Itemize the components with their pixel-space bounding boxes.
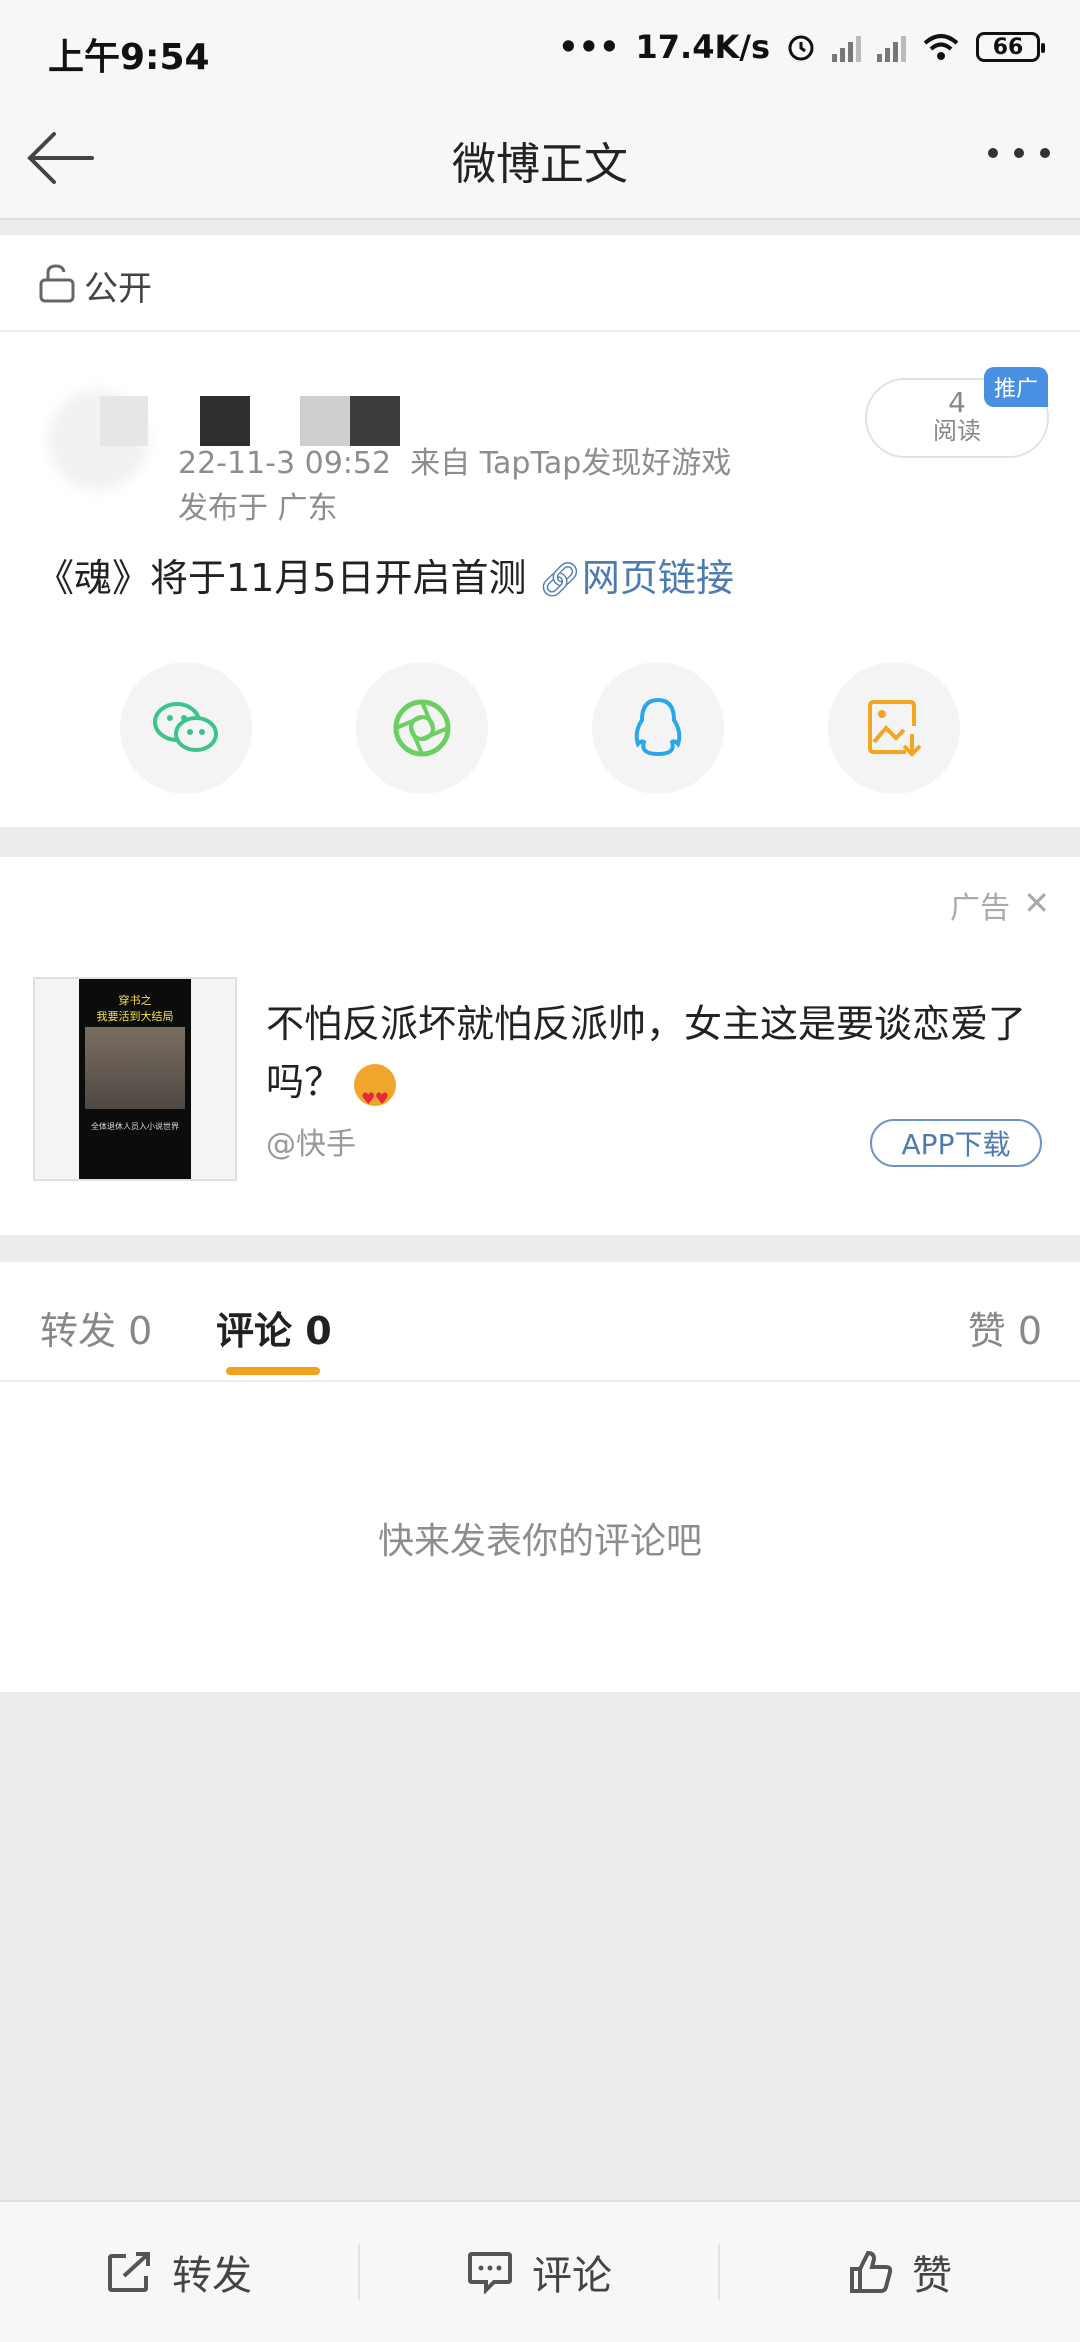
- unlock-icon: [39, 264, 75, 303]
- more-button[interactable]: [988, 148, 1050, 158]
- heart-eyes-emoji-icon: [354, 1063, 397, 1128]
- status-indicators: ••• 17.4K/s 66: [558, 28, 1045, 66]
- active-tab-indicator: [226, 1367, 320, 1375]
- nav-bar: 微博正文: [0, 100, 1080, 220]
- status-time: 上午9:54: [48, 37, 210, 78]
- post-timestamp: 22-11-3 09:52: [178, 446, 392, 481]
- battery-icon: 66: [976, 32, 1045, 62]
- repost-button[interactable]: 转发: [0, 2202, 358, 2342]
- ad-label: 广告: [950, 891, 1010, 926]
- link-icon: 🔗︎: [538, 560, 582, 600]
- status-bar: 上午9:54 ••• 17.4K/s 66: [0, 0, 1080, 100]
- wifi-icon: [923, 34, 959, 60]
- save-image-button[interactable]: [828, 662, 960, 794]
- post-body: 《魂》将于11月5日开启首测: [36, 556, 527, 600]
- signal-icon: [832, 32, 861, 62]
- network-speed: 17.4K/s: [635, 28, 770, 66]
- post-card: 公开 22-11-3 09:52 来自 TapTap发现好游戏 发布于 广东 4…: [0, 235, 1080, 827]
- ad-thumb-photo: [85, 1027, 185, 1109]
- share-qq-button[interactable]: [592, 662, 724, 794]
- thumbs-up-icon: [850, 2250, 893, 2293]
- read-label: 阅读: [933, 417, 981, 445]
- like-button[interactable]: 赞: [720, 2202, 1080, 2342]
- comment-icon: [468, 2252, 512, 2294]
- tab-comment[interactable]: 评论 0: [216, 1300, 332, 1355]
- tab-like[interactable]: 赞 0: [968, 1300, 1042, 1355]
- comment-button[interactable]: 评论: [360, 2202, 718, 2342]
- save-image-icon: [868, 700, 922, 757]
- post-source: 来自 TapTap发现好游戏: [410, 446, 732, 481]
- ad-thumb-sub: 全体退休人员入小说世界: [91, 1122, 179, 1131]
- like-label: 赞: [912, 2253, 952, 2299]
- comment-label: 评论: [532, 2253, 612, 2299]
- ad-card[interactable]: 广告 ✕ 穿书之 我要活到大结局 全体退休人员入小说世界 不怕反派坏就怕反派帅，…: [0, 857, 1080, 1235]
- interaction-section: 转发 0 评论 0 赞 0 快来发表你的评论吧: [0, 1262, 1080, 1692]
- share-wechat-button[interactable]: [120, 662, 252, 794]
- qq-icon: [634, 697, 682, 757]
- share-moments-button[interactable]: [356, 662, 488, 794]
- visibility-row: 公开: [0, 235, 1080, 332]
- ad-source: @快手: [266, 1127, 356, 1162]
- promo-tag[interactable]: 推广: [984, 367, 1049, 407]
- repost-label: 转发: [172, 2253, 252, 2299]
- more-dots-icon: •••: [558, 28, 620, 66]
- ad-thumb-title-line2: 我要活到大结局: [96, 1010, 174, 1023]
- ad-thumbnail-image: 穿书之 我要活到大结局 全体退休人员入小说世界: [79, 979, 191, 1179]
- app-download-button[interactable]: APP下载: [870, 1119, 1042, 1167]
- repost-icon: [108, 2252, 150, 2292]
- bottom-action-bar: 转发 评论 赞: [0, 2200, 1080, 2342]
- wechat-icon: [153, 702, 218, 752]
- page-title: 微博正文: [452, 139, 628, 190]
- post-text: 《魂》将于11月5日开启首测 🔗︎网页链接: [36, 547, 734, 602]
- ad-title[interactable]: 不怕反派坏就怕反派帅，女主这是要谈恋爱了吗？: [266, 995, 1066, 1128]
- post-location: 发布于 广东: [178, 491, 338, 526]
- empty-comment-hint: 快来发表你的评论吧: [377, 1521, 702, 1562]
- moments-icon: [393, 699, 451, 757]
- visibility-label: 公开: [84, 269, 152, 309]
- web-link[interactable]: 网页链接: [582, 556, 734, 600]
- tab-repost[interactable]: 转发 0: [40, 1300, 152, 1355]
- tab-row: 转发 0 评论 0 赞 0: [0, 1262, 1080, 1382]
- signal-icon: [877, 32, 906, 62]
- ad-thumbnail[interactable]: 穿书之 我要活到大结局 全体退休人员入小说世界: [33, 977, 237, 1181]
- alarm-icon: [788, 35, 814, 61]
- more-icon: [988, 148, 998, 158]
- post-meta: 22-11-3 09:52 来自 TapTap发现好游戏: [178, 438, 731, 482]
- ad-thumb-title-line1: 穿书之: [118, 994, 152, 1007]
- close-icon[interactable]: ✕: [1023, 887, 1050, 919]
